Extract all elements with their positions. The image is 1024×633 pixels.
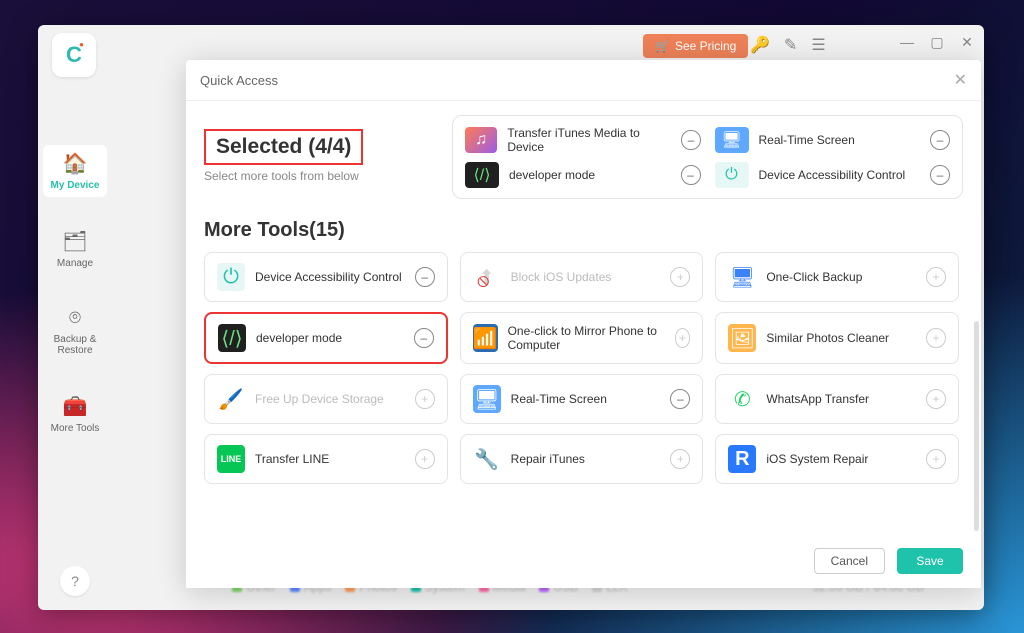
developer-icon: ⟨/⟩ xyxy=(465,162,499,188)
screen-icon: 🖥 xyxy=(473,385,501,413)
sidebar-item-label: My Device xyxy=(51,180,100,191)
help-button[interactable]: ? xyxy=(60,566,90,596)
remove-button[interactable]: – xyxy=(681,130,700,150)
main-area: ✎ › ✎ 🖌️ Other Apps Photos System Media … xyxy=(112,25,984,610)
add-button[interactable]: + xyxy=(926,328,946,348)
add-button[interactable]: + xyxy=(670,267,690,287)
toggle-icon: ⏻ xyxy=(217,263,245,291)
ios-icon: R xyxy=(728,445,756,473)
modal-title: Quick Access xyxy=(200,73,278,88)
app-window: C 🛒 See Pricing 🔑 ✎ ☰ — ▢ ✕ 🏠 My Device … xyxy=(38,25,984,610)
block-icon: ⬆︎🚫 xyxy=(473,263,501,291)
remove-button[interactable]: – xyxy=(414,328,434,348)
selected-tool-item: ♫ Transfer iTunes Media to Device – xyxy=(465,126,701,154)
add-button[interactable]: + xyxy=(926,449,946,469)
backup-icon: 🖥 xyxy=(728,263,756,291)
tool-card-mirror[interactable]: 📶 One-click to Mirror Phone to Computer … xyxy=(460,312,704,364)
toolbox-icon: 🧰 xyxy=(63,394,88,419)
wrench-icon: 🔧 xyxy=(473,445,501,473)
tool-card-accessibility[interactable]: ⏻ Device Accessibility Control – xyxy=(204,252,448,302)
tool-card-ios-repair[interactable]: R iOS System Repair + xyxy=(715,434,959,484)
sidebar-item-manage[interactable]: 🗂 Manage xyxy=(43,223,107,275)
toggle-icon: ⏻ xyxy=(715,162,749,188)
itunes-icon: ♫ xyxy=(465,127,497,153)
quick-access-modal: Quick Access ✕ Selected (4/4) Select mor… xyxy=(186,60,981,588)
add-button[interactable]: + xyxy=(415,389,435,409)
sidebar-item-label: More Tools xyxy=(51,423,100,434)
sidebar: 🏠 My Device 🗂 Manage ⌾ Backup & Restore … xyxy=(38,25,112,610)
folder-icon: 🗂 xyxy=(62,229,87,254)
sidebar-item-backup-restore[interactable]: ⌾ Backup & Restore xyxy=(43,301,107,362)
sidebar-item-label: Backup & Restore xyxy=(43,334,107,356)
tool-card-block-updates[interactable]: ⬆︎🚫 Block iOS Updates + xyxy=(460,252,704,302)
modal-body: Selected (4/4) Select more tools from be… xyxy=(186,101,981,536)
tool-label: Transfer LINE xyxy=(255,452,329,466)
tool-card-free-storage[interactable]: 🖌️ Free Up Device Storage + xyxy=(204,374,448,424)
tool-card-whatsapp[interactable]: ✆ WhatsApp Transfer + xyxy=(715,374,959,424)
selected-tool-item: ⏻ Device Accessibility Control – xyxy=(715,162,951,188)
tool-card-line[interactable]: LINE Transfer LINE + xyxy=(204,434,448,484)
camera-icon: ⌾ xyxy=(69,307,81,330)
tool-label: Block iOS Updates xyxy=(511,270,612,284)
tool-label: Free Up Device Storage xyxy=(255,392,384,406)
remove-button[interactable]: – xyxy=(930,130,950,150)
tool-card-repair-itunes[interactable]: 🔧 Repair iTunes + xyxy=(460,434,704,484)
tool-label: One-click to Mirror Phone to Computer xyxy=(508,324,665,353)
sidebar-item-more-tools[interactable]: 🧰 More Tools xyxy=(43,388,107,440)
selected-subtext: Select more tools from below xyxy=(204,169,434,183)
tool-label: Device Accessibility Control xyxy=(759,168,906,182)
more-tools-heading: More Tools(15) xyxy=(204,219,963,242)
selected-tool-item: ⟨/⟩ developer mode – xyxy=(465,162,701,188)
save-button[interactable]: Save xyxy=(897,548,963,574)
tool-card-developer-mode[interactable]: ⟨/⟩ developer mode – xyxy=(204,312,448,364)
sidebar-item-my-device[interactable]: 🏠 My Device xyxy=(43,145,107,197)
tool-label: Real-Time Screen xyxy=(759,133,855,147)
add-button[interactable]: + xyxy=(670,449,690,469)
tool-card-real-time-screen[interactable]: 🖥 Real-Time Screen – xyxy=(460,374,704,424)
tool-label: WhatsApp Transfer xyxy=(766,392,869,406)
add-button[interactable]: + xyxy=(675,328,691,348)
line-icon: LINE xyxy=(217,445,245,473)
remove-button[interactable]: – xyxy=(415,267,435,287)
screen-icon: 🖥 xyxy=(715,127,749,153)
wifi-icon: 📶 xyxy=(473,324,498,352)
tool-label: Similar Photos Cleaner xyxy=(766,331,889,345)
scrollbar[interactable] xyxy=(974,321,979,531)
selected-tools-grid: ♫ Transfer iTunes Media to Device – 🖥 Re… xyxy=(452,115,963,199)
developer-icon: ⟨/⟩ xyxy=(218,324,246,352)
tool-label: One-Click Backup xyxy=(766,270,862,284)
cancel-button[interactable]: Cancel xyxy=(814,548,885,574)
photos-icon: 🖼 xyxy=(728,324,756,352)
modal-footer: Cancel Save xyxy=(186,536,981,588)
tool-label: Real-Time Screen xyxy=(511,392,607,406)
tool-label: developer mode xyxy=(256,331,342,345)
tool-label: iOS System Repair xyxy=(766,452,868,466)
tool-card-similar-photos[interactable]: 🖼 Similar Photos Cleaner + xyxy=(715,312,959,364)
modal-header: Quick Access ✕ xyxy=(186,60,981,101)
add-button[interactable]: + xyxy=(926,267,946,287)
remove-button[interactable]: – xyxy=(670,389,690,409)
selected-count-label: Selected (4/4) xyxy=(204,129,363,165)
more-tools-grid: ⏻ Device Accessibility Control – ⬆︎🚫 Blo… xyxy=(204,252,963,484)
tool-label: Transfer iTunes Media to Device xyxy=(507,126,671,154)
tool-card-one-click-backup[interactable]: 🖥 One-Click Backup + xyxy=(715,252,959,302)
tool-label: Repair iTunes xyxy=(511,452,585,466)
tool-label: Device Accessibility Control xyxy=(255,270,402,284)
selected-tool-item: 🖥 Real-Time Screen – xyxy=(715,126,951,154)
modal-close-icon[interactable]: ✕ xyxy=(954,70,967,90)
app-logo: C xyxy=(52,33,96,77)
tool-label: developer mode xyxy=(509,168,595,182)
home-icon: 🏠 xyxy=(63,151,88,176)
remove-button[interactable]: – xyxy=(930,165,950,185)
whatsapp-icon: ✆ xyxy=(728,385,756,413)
sidebar-item-label: Manage xyxy=(57,258,93,269)
remove-button[interactable]: – xyxy=(681,165,701,185)
add-button[interactable]: + xyxy=(415,449,435,469)
add-button[interactable]: + xyxy=(926,389,946,409)
brush-icon: 🖌️ xyxy=(217,385,245,413)
